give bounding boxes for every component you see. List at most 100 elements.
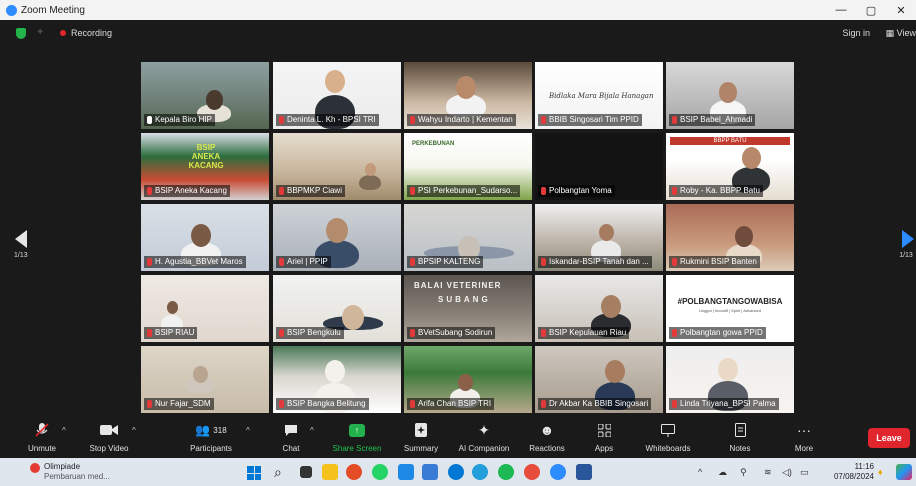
whiteboards-button[interactable]: Whiteboards (640, 420, 696, 453)
participant-name: Dr Akbar Ka BBIB Singosari (549, 399, 649, 408)
close-button[interactable]: ✕ (886, 0, 916, 20)
volume-icon[interactable]: ◁) (782, 467, 792, 478)
more-button[interactable]: ··· More (788, 420, 820, 453)
participant-video-tile[interactable]: BBPP BATU Roby - Ka. BBPP Batu (666, 133, 794, 200)
participant-name: Polbangtan gowa PPID (680, 328, 763, 337)
participant-name: BSIP Kepulauan Riau (549, 328, 627, 337)
stop-video-button[interactable]: Stop Video (84, 420, 134, 453)
muted-mic-icon (410, 116, 415, 124)
participant-video-tile[interactable]: Iskandar-BSIP Tanah dan ... (535, 204, 663, 271)
chat-bubble-icon (276, 420, 306, 440)
start-button[interactable] (247, 466, 261, 480)
participant-video-tile[interactable]: BSIP Kepulauan Riau (535, 275, 663, 342)
bsip-sign-text: BSIP ANEKA KACANG (188, 143, 224, 170)
participant-video-tile[interactable]: Dr Akbar Ka BBIB Singosari (535, 346, 663, 413)
audio-options-chevron-icon[interactable]: ^ (62, 426, 66, 435)
participant-name: BSIP Babel_Ahmadi (680, 115, 753, 124)
participant-video-tile[interactable]: Wahyu Indarto | Kementan (404, 62, 532, 129)
participant-name-label: Linda Triyana_BPSI Palma (669, 398, 779, 410)
participant-video-tile[interactable]: Polbangtan Yoma (535, 133, 663, 200)
video-options-chevron-icon[interactable]: ^ (132, 426, 136, 435)
participant-video-tile[interactable]: BPSIP KALTENG (404, 204, 532, 271)
apps-button[interactable]: Apps (586, 420, 622, 453)
battery-icon[interactable]: ▭ (800, 467, 809, 478)
minimize-button[interactable]: — (826, 0, 856, 20)
edge-browser-icon[interactable] (448, 464, 464, 480)
participant-video-tile[interactable]: Rukmini BSIP Banten (666, 204, 794, 271)
reactions-button[interactable]: ☻ Reactions (524, 420, 570, 453)
task-view-icon[interactable] (300, 466, 312, 478)
unmute-button[interactable]: Unmute (22, 420, 62, 453)
participants-button[interactable]: 👥 318 Participants (186, 420, 236, 453)
notes-button[interactable]: Notes (722, 420, 758, 453)
ai-companion-button[interactable]: ✦ AI Companion (452, 420, 516, 454)
participant-name-label: H. Agustia_BBVet Maros (144, 256, 246, 268)
batu-banner: BBPP BATU (670, 137, 790, 145)
cloud-icon[interactable]: ☁ (718, 467, 727, 478)
participant-name-label: BPSIP KALTENG (407, 256, 484, 268)
system-clock[interactable]: 11:16 07/08/2024 (834, 462, 874, 482)
notification-icon[interactable] (30, 463, 40, 473)
next-page-button[interactable]: 1/13 (898, 230, 914, 259)
participant-video-tile[interactable]: BALAI VETERINER SUBANG BVetSubang Sodirun (404, 275, 532, 342)
telegram-icon[interactable] (472, 464, 488, 480)
checkmark-app-icon[interactable] (398, 464, 414, 480)
maximize-button[interactable]: ▢ (856, 0, 886, 20)
participant-video-tile[interactable]: BSIP ANEKA KACANG BSIP Aneka Kacang (141, 133, 269, 200)
recording-label[interactable]: Recording (71, 28, 112, 38)
participant-video-tile[interactable]: PERKEBUNAN PSI Perkebunan_Sudarso... (404, 133, 532, 200)
participant-video-tile[interactable]: Ariel | PPIP (273, 204, 401, 271)
leave-button[interactable]: Leave (868, 428, 910, 448)
apps-grid-icon (586, 420, 622, 440)
view-label: View (896, 28, 916, 38)
wifi-icon[interactable]: ≋ (764, 467, 772, 478)
calendar-app-icon[interactable] (422, 464, 438, 480)
participant-video-tile[interactable]: Deninta L. Kh - BPSI TRI (273, 62, 401, 129)
word-app-icon[interactable] (576, 464, 592, 480)
location-pin-icon[interactable]: ⚲ (740, 467, 747, 478)
summary-button[interactable]: Summary (400, 420, 442, 453)
participant-video-tile[interactable]: BSIP Babel_Ahmadi (666, 62, 794, 129)
news-widget-subtitle: Pembaruan med... (44, 472, 110, 481)
participant-name-label: BSIP RIAU (144, 327, 198, 339)
spotify-icon[interactable] (498, 464, 514, 480)
file-explorer-icon[interactable] (322, 464, 338, 480)
page-indicator-left: 1/13 (14, 252, 28, 259)
participants-options-chevron-icon[interactable]: ^ (246, 426, 250, 435)
security-shield-icon[interactable] (16, 27, 26, 39)
participant-video-tile[interactable]: BSIP RIAU (141, 275, 269, 342)
whatsapp-icon[interactable] (372, 464, 388, 480)
muted-mic-icon (410, 329, 415, 337)
chat-button[interactable]: Chat (276, 420, 306, 453)
participant-video-tile[interactable]: #POLBANGTANGOWABISA Unggul | Inovatif | S… (666, 275, 794, 342)
participant-video-tile[interactable]: Arifa Chan BSIP TRI (404, 346, 532, 413)
participant-video-tile[interactable]: BSIP Bangka Belitung (273, 346, 401, 413)
red-app-icon[interactable] (524, 464, 540, 480)
participant-video-tile[interactable]: Linda Triyana_BPSI Palma (666, 346, 794, 413)
participant-video-tile[interactable]: BSIP Bengkulu (273, 275, 401, 342)
view-button[interactable]: ▦ View (886, 28, 916, 39)
muted-mic-icon (147, 329, 152, 337)
participant-name-label: BSIP Babel_Ahmadi (669, 114, 756, 126)
participant-video-tile[interactable]: Bidlaka Mara Bijala Hanagan BBIB Singosar… (535, 62, 663, 129)
notes-icon (722, 420, 758, 440)
participant-name: BBPMKP Ciawi (287, 186, 342, 195)
sign-in-button[interactable]: Sign in (842, 28, 870, 38)
participant-video-tile[interactable]: BBPMKP Ciawi (273, 133, 401, 200)
copilot-icon[interactable] (896, 464, 912, 480)
participant-name: Rukmini BSIP Banten (680, 257, 757, 266)
previous-page-button[interactable]: 1/13 (14, 230, 28, 259)
search-icon[interactable]: ⌕ (274, 464, 290, 480)
participant-video-tile[interactable]: Nur Fajar_SDM (141, 346, 269, 413)
chat-options-chevron-icon[interactable]: ^ (310, 426, 314, 435)
tray-chevron-icon[interactable]: ^ (698, 467, 702, 477)
connection-signal-icon[interactable]: ✦ (36, 28, 46, 38)
news-widget[interactable]: Olimpiade Pembaruan med... (44, 462, 110, 482)
participant-video-tile[interactable]: H. Agustia_BBVet Maros (141, 204, 269, 271)
chrome-browser-icon[interactable] (346, 464, 362, 480)
participant-video-tile[interactable]: Kepala Biro HIP (141, 62, 269, 129)
zoom-taskbar-icon[interactable] (550, 464, 566, 480)
notification-bell-icon[interactable]: ♦ (878, 467, 883, 477)
share-screen-button[interactable]: ↑ Share Screen (332, 420, 382, 453)
more-dots-icon: ··· (797, 422, 811, 438)
